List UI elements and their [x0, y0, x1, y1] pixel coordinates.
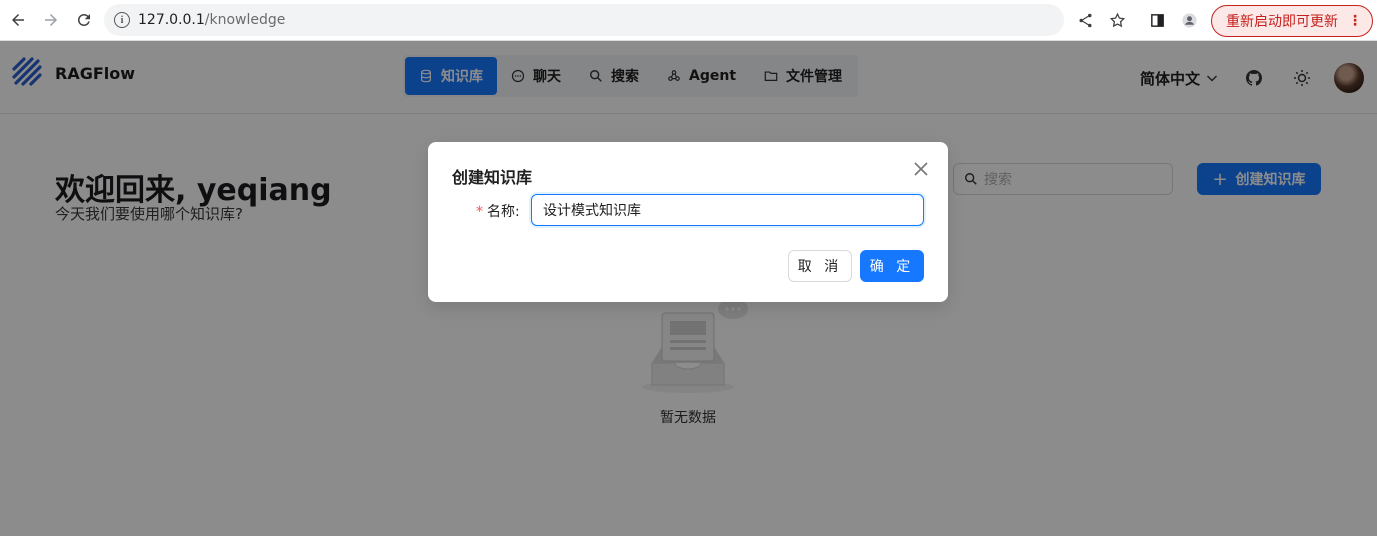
profile-icon: [1181, 13, 1197, 28]
back-button[interactable]: [2, 4, 34, 36]
relaunch-update-button[interactable]: 重新启动即可更新 ⋮: [1211, 4, 1373, 37]
name-label-text: 名称:: [487, 204, 520, 220]
url-path: /knowledge: [204, 12, 286, 28]
profile-button[interactable]: [1173, 5, 1205, 37]
side-panel-icon: [1150, 14, 1164, 27]
browser-actions: 重新启动即可更新 ⋮: [1069, 0, 1377, 41]
confirm-button[interactable]: 确 定: [860, 250, 924, 282]
required-mark: *: [476, 204, 483, 220]
close-icon[interactable]: [912, 160, 930, 178]
share-button[interactable]: [1069, 5, 1101, 37]
knowledge-name-input[interactable]: [531, 194, 924, 226]
create-knowledge-modal: 创建知识库 *名称: 取 消 确 定: [428, 142, 948, 302]
arrow-right-icon: [45, 14, 57, 26]
star-icon: [1109, 12, 1125, 28]
share-icon: [1078, 13, 1092, 28]
update-label: 重新启动即可更新: [1226, 13, 1338, 30]
bookmark-button[interactable]: [1101, 5, 1133, 37]
address-bar[interactable]: i 127.0.0.1/knowledge: [104, 4, 1064, 36]
side-panel-button[interactable]: [1141, 5, 1173, 37]
forward-button[interactable]: [35, 4, 67, 36]
name-field-label: * 名称:: [476, 201, 520, 221]
reload-button[interactable]: [68, 4, 100, 36]
arrow-left-icon: [12, 14, 24, 26]
url-host: 127.0.0.1: [138, 12, 205, 28]
cancel-button[interactable]: 取 消: [788, 250, 852, 282]
more-vert-icon: ⋮: [1348, 12, 1362, 29]
modal-title: 创建知识库: [452, 168, 533, 187]
reload-icon: [77, 13, 90, 26]
site-info-icon[interactable]: i: [114, 12, 130, 28]
browser-toolbar: i 127.0.0.1/knowledge 重新启动即可更新 ⋮: [0, 0, 1377, 41]
